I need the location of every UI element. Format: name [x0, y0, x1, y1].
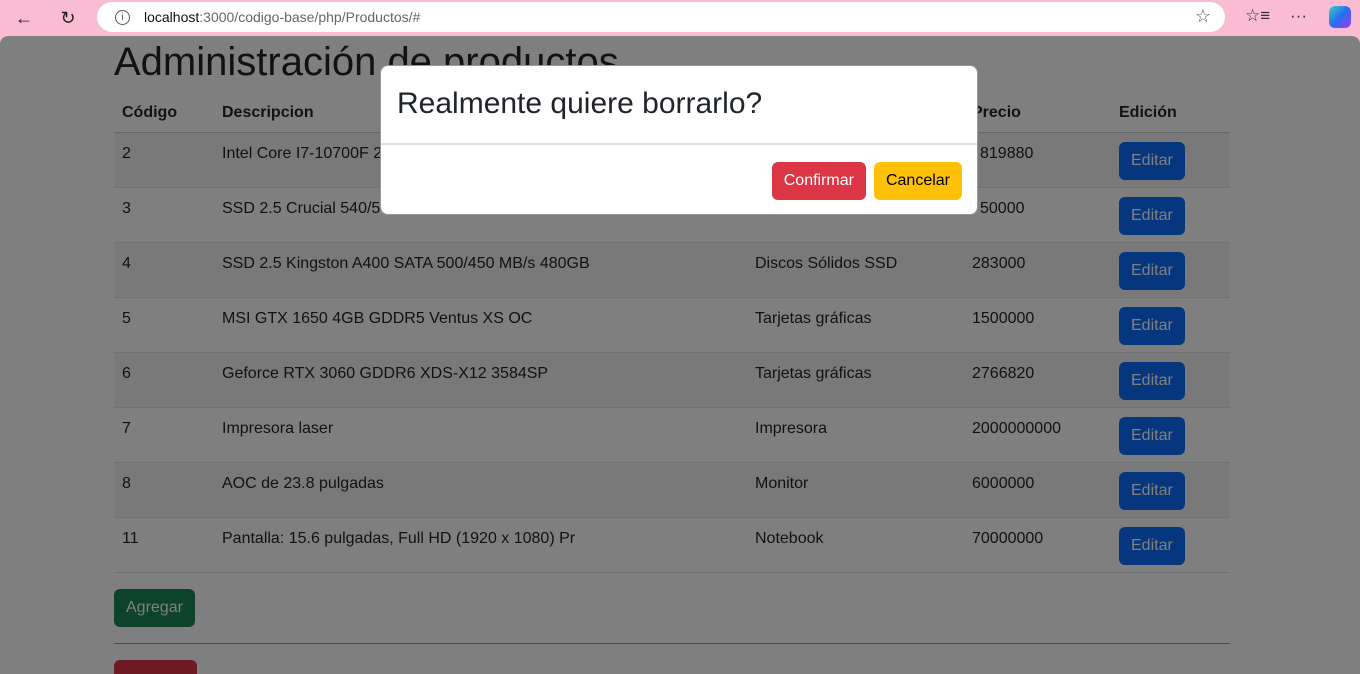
modal-title: Realmente quiere borrarlo? [381, 66, 977, 145]
reload-icon[interactable]: ↻ [56, 6, 80, 30]
favorite-star-icon[interactable]: ☆ [1195, 6, 1211, 27]
info-icon[interactable]: i [115, 9, 130, 25]
more-icon[interactable]: ··· [1290, 6, 1307, 26]
confirm-button[interactable]: Confirmar [771, 162, 866, 200]
copilot-icon[interactable] [1329, 6, 1351, 28]
url-host: localhost [144, 9, 200, 25]
back-icon[interactable]: ← [12, 6, 36, 30]
browser-toolbar: ← ↻ i localhost:3000/codigo-base/php/Pro… [0, 0, 1360, 36]
address-bar[interactable]: i localhost:3000/codigo-base/php/Product… [97, 2, 1225, 32]
url-path: :3000/codigo-base/php/Productos/# [199, 9, 421, 25]
delete-confirm-modal: Realmente quiere borrarlo? Confirmar Can… [380, 65, 978, 215]
cancel-button[interactable]: Cancelar [873, 162, 962, 200]
favorites-icon[interactable]: ☆≡ [1245, 6, 1270, 26]
